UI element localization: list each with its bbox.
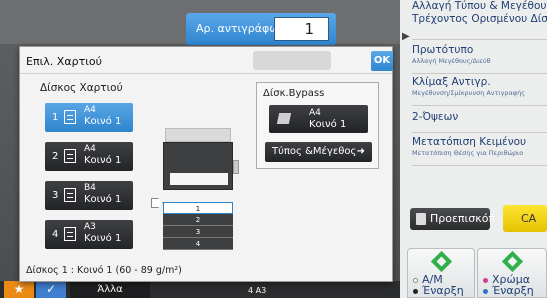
start-diamond-icon xyxy=(501,250,524,273)
drawer-4[interactable]: 4 xyxy=(163,238,233,250)
type-size-button[interactable]: Τύπος &Μέγεθος ➜ xyxy=(265,142,372,162)
color-dot-icon xyxy=(483,278,488,283)
paper-stack-icon xyxy=(64,227,76,241)
tray-size: A4 xyxy=(84,105,96,115)
preview-icon xyxy=(416,213,426,225)
bw-start-button[interactable]: A/M Έναρξη xyxy=(407,248,475,298)
tray-size: B4 xyxy=(84,183,96,193)
copies-field[interactable]: Αρ. αντιγράφων 1 xyxy=(186,13,336,45)
bw-dot-icon-2 xyxy=(413,289,418,294)
start-diamond-icon xyxy=(430,250,453,273)
disabled-button xyxy=(253,51,331,70)
preview-label: Προεπισκόπ xyxy=(430,212,496,225)
function-item-paper-type-size[interactable]: Αλλαγή Τύπου & Μεγέθους Τρέχοντος Ορισμέ… xyxy=(412,0,547,40)
function-item-title: 2-Όψεων xyxy=(412,111,459,123)
copies-input[interactable]: 1 xyxy=(274,17,329,41)
output-tray xyxy=(170,173,228,185)
function-item-original[interactable]: Πρωτότυπο Αλλαγή Μεγέθους/Διεύθ xyxy=(412,44,547,74)
type-size-label: Τύπος &Μέγεθος xyxy=(272,146,357,157)
function-item-title: Μετατόπιση Κειμένου xyxy=(412,136,527,148)
function-item-title: Κλίμαξ Αντιγρ. xyxy=(412,76,491,88)
function-item-margin-shift[interactable]: Μετατόπιση Κειμένου Μετατόπιση Θέσης για… xyxy=(412,136,547,166)
bw-start-line2: Έναρξη xyxy=(422,284,464,297)
function-item-subtitle: Μετατόπιση Θέσης για Περιθώριο xyxy=(412,149,524,157)
other-button[interactable]: Άλλα xyxy=(70,281,150,298)
dialog-title: Επιλ. Χαρτιού xyxy=(26,55,103,68)
bypass-type: Κοινό 1 xyxy=(309,119,347,130)
color-start-button[interactable]: Χρώμα Έναρξη xyxy=(477,248,547,298)
paper-stack-icon xyxy=(64,110,76,124)
tray-size: A4 xyxy=(84,144,96,154)
paper-stack-icon xyxy=(64,188,76,202)
bypass-title: Δίσκ.Bypass xyxy=(263,88,325,99)
bypass-tray-button[interactable]: A4 Κοινό 1 xyxy=(269,105,368,133)
tray-4-button[interactable]: 4 A3 Κοινό 1 xyxy=(45,220,133,249)
bypass-tray-icon xyxy=(276,113,292,124)
tray-type: Κοινό 1 xyxy=(84,155,122,166)
bw-dot-icon xyxy=(413,278,418,283)
machine-scanner xyxy=(165,128,231,142)
preview-button[interactable]: Προεπισκόπ xyxy=(410,208,495,230)
tray-1-button[interactable]: 1 A4 Κοινό 1 xyxy=(45,103,133,132)
copies-label: Αρ. αντιγράφων xyxy=(196,22,285,35)
favorite-star-icon[interactable]: ★ xyxy=(4,281,34,298)
bypass-panel: Δίσκ.Bypass A4 Κοινό 1 Τύπος &Μέγεθος ➜ xyxy=(256,82,379,169)
drawer-1[interactable]: 1 xyxy=(163,202,233,214)
tray-number: 4 xyxy=(52,229,59,240)
selected-tray-status: Δίσκος 1 : Κοινό 1 (60 - 89 g/m²) xyxy=(26,265,182,276)
function-item-zoom[interactable]: Κλίμαξ Αντιγρ. Μεγέθυνση/Σμίκρυνση Αντιγ… xyxy=(412,76,547,106)
dialog-header: Επιλ. Χαρτιού OK xyxy=(20,47,393,74)
ok-button[interactable]: OK xyxy=(371,51,393,71)
function-item-subtitle: Αλλαγή Μεγέθους/Διεύθ xyxy=(412,57,491,65)
paper-stack-icon xyxy=(64,149,76,163)
background-tray-hint: 4 A3 xyxy=(248,286,267,295)
paper-select-dialog: Επιλ. Χαρτιού OK Δίσκος Χαρτιού 1 A4 Κοι… xyxy=(19,46,393,282)
tray-type: Κοινό 1 xyxy=(84,233,122,244)
function-item-title-2: Τρέχοντος Ορισμένου Δίσκ xyxy=(412,13,547,25)
ca-label: CA xyxy=(521,212,537,225)
bypass-size: A4 xyxy=(309,108,321,118)
tray-number: 2 xyxy=(52,151,59,162)
check-icon[interactable]: ✓ xyxy=(36,281,66,298)
bypass-feed-icon xyxy=(151,198,163,208)
function-item-subtitle: Μεγέθυνση/Σμίκρυνση Αντιγραφής xyxy=(412,89,526,97)
drawer-2[interactable]: 2 xyxy=(163,214,233,226)
tray-type: Κοινό 1 xyxy=(84,194,122,205)
tray-3-button[interactable]: 3 B4 Κοινό 1 xyxy=(45,181,133,210)
machine-body xyxy=(163,142,233,190)
arrow-right-icon: ➜ xyxy=(356,146,365,157)
tray-number: 1 xyxy=(52,112,59,123)
tray-number: 3 xyxy=(52,190,59,201)
function-item-title: Πρωτότυπο xyxy=(412,44,474,56)
color-dot-icon-2 xyxy=(483,289,488,294)
function-item-duplex[interactable]: 2-Όψεων xyxy=(412,111,547,133)
machine-side-tray xyxy=(233,160,239,174)
expand-arrow-icon[interactable]: ▶ xyxy=(402,31,410,42)
tray-size: A3 xyxy=(84,222,96,232)
tray-heading: Δίσκος Χαρτιού xyxy=(40,82,123,94)
function-item-title: Αλλαγή Τύπου & Μεγέθους xyxy=(412,0,547,12)
ca-button[interactable]: CA xyxy=(503,205,547,232)
tray-2-button[interactable]: 2 A4 Κοινό 1 xyxy=(45,142,133,171)
color-start-line2: Έναρξη xyxy=(492,284,534,297)
drawer-3[interactable]: 3 xyxy=(163,226,233,238)
machine-diagram: 1 2 3 4 xyxy=(163,128,239,250)
tray-type: Κοινό 1 xyxy=(84,116,122,127)
